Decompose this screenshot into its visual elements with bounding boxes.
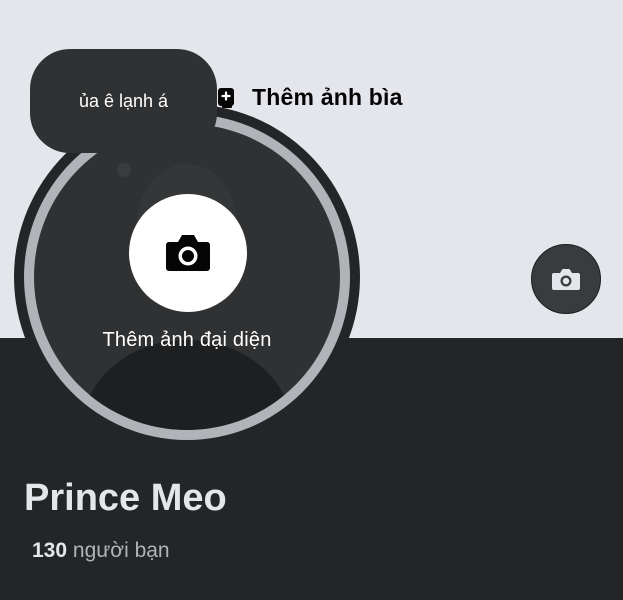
- camera-icon: [552, 269, 580, 290]
- edit-cover-photo-button[interactable]: [531, 244, 601, 314]
- add-photo-icon: [218, 87, 234, 108]
- friend-count-link[interactable]: 130 người bạn: [32, 539, 170, 563]
- avatar-silhouette-body: [82, 340, 292, 430]
- add-cover-photo-button[interactable]: Thêm ảnh bìa: [216, 84, 403, 111]
- friend-count-label: người bạn: [72, 539, 170, 562]
- friend-count: 130: [32, 539, 68, 562]
- profile-name: Prince Meo: [24, 477, 227, 519]
- add-profile-picture-label: Thêm ảnh đại diện: [102, 329, 272, 351]
- avatar-camera-circle: [129, 194, 247, 312]
- add-profile-picture-button[interactable]: Thêm ảnh đại diện: [34, 124, 340, 430]
- note-bubble-tail-dot: [117, 163, 131, 177]
- note-bubble[interactable]: ủa ê lạnh á: [30, 49, 217, 153]
- note-text: ủa ê lạnh á: [78, 90, 169, 111]
- add-cover-photo-label: Thêm ảnh bìa: [252, 84, 403, 110]
- camera-icon: [166, 235, 210, 271]
